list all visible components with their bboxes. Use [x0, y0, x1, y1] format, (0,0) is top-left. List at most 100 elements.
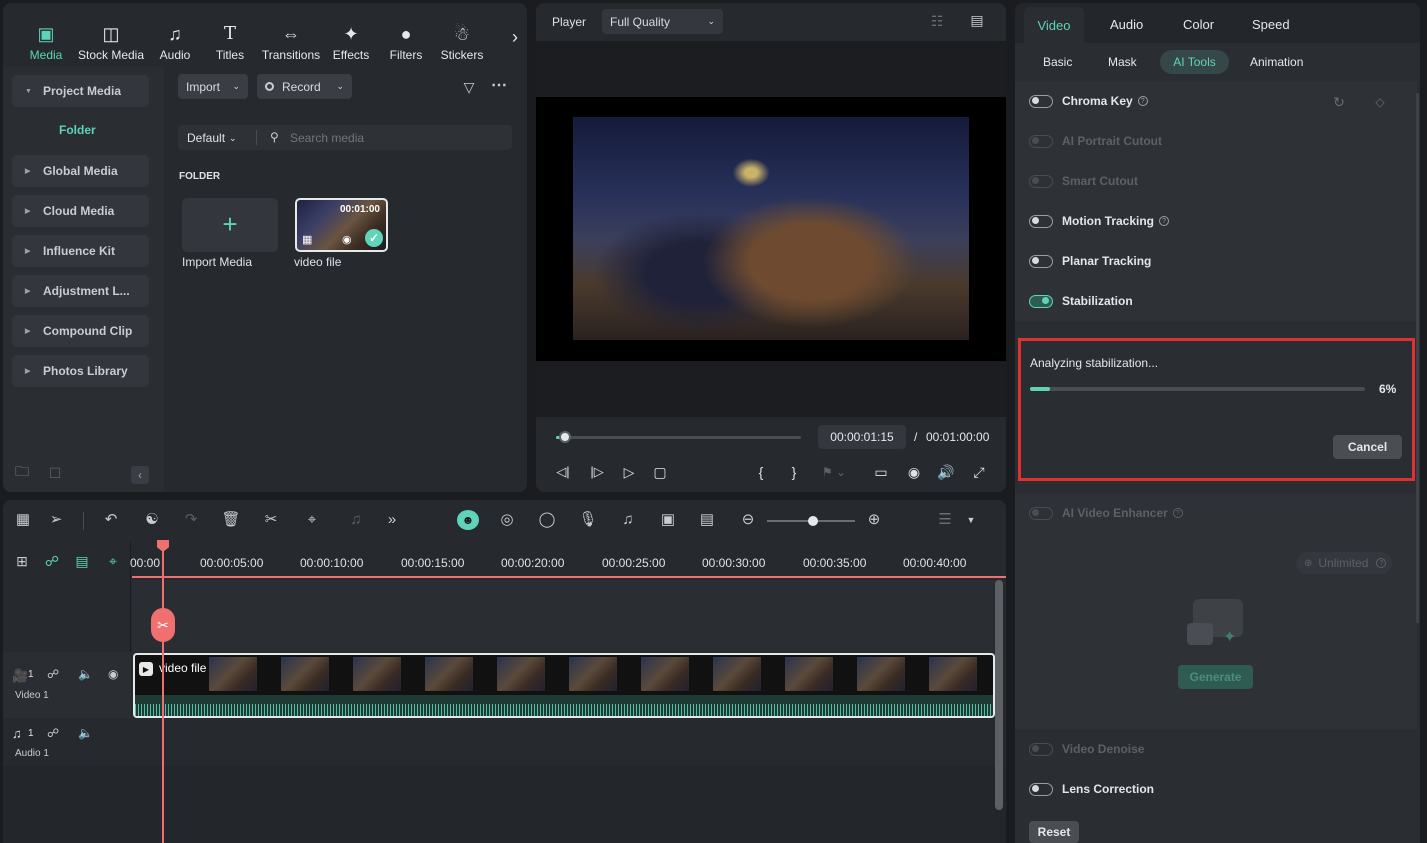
snapshot-marker-icon[interactable]: ⚑ ⌄: [816, 463, 852, 481]
play-icon[interactable]: ▷: [619, 463, 639, 481]
ai-video-enhancer-toggle[interactable]: [1029, 506, 1053, 520]
chevron-down-icon[interactable]: ▼: [961, 510, 981, 530]
sort-dropdown[interactable]: Default ⌄: [187, 131, 237, 145]
lens-correction-toggle[interactable]: [1029, 782, 1053, 796]
current-time[interactable]: 00:00:01:15: [818, 425, 906, 449]
import-dropdown[interactable]: Import ⌄: [178, 74, 248, 99]
redo-icon[interactable]: ↷: [181, 510, 201, 530]
marker-icon[interactable]: ◯: [537, 510, 557, 530]
playback-scrubber[interactable]: [556, 431, 801, 443]
sidebar-item-cloud-media[interactable]: ▶ Cloud Media: [12, 195, 149, 227]
select-tool-icon[interactable]: ➢: [46, 510, 66, 530]
new-folder-icon[interactable]: 🗀: [13, 463, 31, 481]
properties-scrollbar[interactable]: [1416, 93, 1419, 623]
more-options-icon[interactable]: ⋯: [489, 76, 509, 94]
add-track-icon[interactable]: ⊞: [12, 551, 32, 571]
sidebar-item-global-media[interactable]: ▶ Global Media: [12, 155, 149, 187]
tab-stock-media[interactable]: ◫ Stock Media: [75, 3, 147, 69]
playhead-line[interactable]: [162, 542, 164, 843]
zoom-slider-handle[interactable]: [808, 516, 818, 526]
ai-assistant-icon[interactable]: ☻: [457, 510, 479, 530]
snap-icon[interactable]: ⌖: [103, 551, 123, 571]
tab-speed[interactable]: Speed: [1252, 17, 1290, 32]
sidebar-item-project-media[interactable]: ▼ Project Media: [12, 75, 149, 107]
next-frame-icon[interactable]: |▷: [587, 463, 607, 481]
chevron-right-icon[interactable]: ›: [506, 27, 524, 47]
tab-video[interactable]: Video: [1024, 7, 1084, 43]
image-icon[interactable]: ▤: [966, 11, 988, 29]
video-denoise-toggle[interactable]: [1029, 742, 1053, 756]
zoom-in-icon[interactable]: ⊕: [864, 510, 884, 530]
tab-color[interactable]: Color: [1183, 17, 1214, 32]
quality-dropdown[interactable]: Full Quality ⌄: [602, 9, 723, 34]
audio-stretch-icon[interactable]: ♫: [343, 510, 369, 530]
collapse-sidebar-icon[interactable]: ‹: [131, 466, 149, 484]
video-clip-thumbnail[interactable]: 00:01:00 ▦ ◉ ✓: [295, 198, 388, 252]
crop-icon[interactable]: ⌖: [302, 510, 322, 530]
help-icon[interactable]: ?: [1159, 216, 1170, 226]
volume-icon[interactable]: 🔈: [78, 667, 93, 681]
filter-icon[interactable]: ▽: [459, 78, 479, 96]
palette-icon[interactable]: ☯: [142, 510, 162, 530]
view-options-icon[interactable]: ☰: [935, 510, 955, 530]
tab-effects[interactable]: ✦ Effects: [329, 3, 373, 69]
subtab-animation[interactable]: Animation: [1250, 55, 1303, 69]
subtab-ai-tools[interactable]: AI Tools: [1160, 50, 1229, 74]
sidebar-item-compound-clip[interactable]: ▶ Compound Clip: [12, 315, 149, 347]
fullscreen-icon[interactable]: ⤢: [968, 463, 990, 481]
delete-icon[interactable]: 🗑: [221, 510, 241, 530]
stop-icon[interactable]: ▢: [650, 463, 670, 481]
snapshot-camera-icon[interactable]: ◉: [903, 463, 925, 481]
grid-view-icon[interactable]: ☷: [926, 13, 948, 29]
tab-media[interactable]: ▣ Media: [25, 3, 67, 69]
motion-tracking-toggle[interactable]: [1029, 214, 1053, 228]
help-icon[interactable]: ?: [1376, 558, 1387, 568]
music-list-icon[interactable]: ♫: [618, 510, 638, 530]
reset-icon[interactable]: ↻: [1330, 93, 1348, 111]
track-height-icon[interactable]: ▤: [72, 551, 92, 571]
sidebar-item-adjustment-layer[interactable]: ▶ Adjustment L...: [12, 275, 149, 307]
smart-cutout-toggle[interactable]: [1029, 174, 1053, 188]
tab-filters[interactable]: ● Filters: [387, 3, 425, 69]
planar-tracking-toggle[interactable]: [1029, 254, 1053, 268]
scissors-icon[interactable]: ✂: [151, 608, 175, 642]
undo-icon[interactable]: ↶: [101, 510, 121, 530]
eye-icon[interactable]: ◉: [108, 667, 118, 681]
volume-icon[interactable]: 🔊: [935, 463, 957, 481]
zoom-slider[interactable]: [767, 516, 855, 526]
tab-transitions[interactable]: ⇔ Transitions: [258, 3, 324, 69]
display-icon[interactable]: ▭: [870, 463, 892, 481]
tab-audio[interactable]: ♫ Audio: [155, 3, 195, 69]
tab-titles[interactable]: T Titles: [211, 3, 249, 69]
more-tools-icon[interactable]: »: [382, 510, 402, 530]
layout-icon[interactable]: ▦: [13, 510, 33, 530]
lock-icon[interactable]: ☍: [47, 667, 59, 681]
generate-button[interactable]: Generate: [1178, 665, 1253, 689]
zoom-out-icon[interactable]: ⊖: [738, 510, 758, 530]
mark-out-icon[interactable]: }: [785, 463, 803, 481]
help-icon[interactable]: ?: [1137, 96, 1148, 106]
remove-folder-icon[interactable]: ☐: [46, 465, 64, 481]
volume-icon[interactable]: 🔈: [78, 726, 93, 740]
microphone-icon[interactable]: 🎙: [578, 510, 598, 530]
scissors-icon[interactable]: ✂: [261, 510, 281, 530]
sidebar-item-influence-kit[interactable]: ▶ Influence Kit: [12, 235, 149, 267]
record-dropdown[interactable]: Record ⌄: [257, 74, 352, 99]
help-icon[interactable]: ?: [1172, 508, 1183, 518]
fit-icon[interactable]: ▤: [697, 510, 717, 530]
cancel-button[interactable]: Cancel: [1333, 435, 1402, 459]
lock-icon[interactable]: ☍: [47, 726, 59, 740]
timeline-scrollbar[interactable]: [995, 580, 1003, 810]
reset-button[interactable]: Reset: [1029, 821, 1079, 843]
keyframe-icon[interactable]: ◇: [1371, 93, 1389, 111]
previous-frame-icon[interactable]: ◁|: [553, 463, 573, 481]
chroma-key-toggle[interactable]: [1029, 94, 1053, 108]
sidebar-item-folder[interactable]: Folder: [59, 123, 96, 137]
stabilization-toggle[interactable]: [1029, 294, 1053, 308]
mark-in-icon[interactable]: {: [752, 463, 770, 481]
scrubber-handle[interactable]: [558, 431, 571, 443]
import-media-tile[interactable]: +: [182, 198, 278, 252]
subtab-basic[interactable]: Basic: [1043, 55, 1072, 69]
search-input[interactable]: [288, 128, 498, 147]
link-icon[interactable]: ☍: [42, 551, 62, 571]
